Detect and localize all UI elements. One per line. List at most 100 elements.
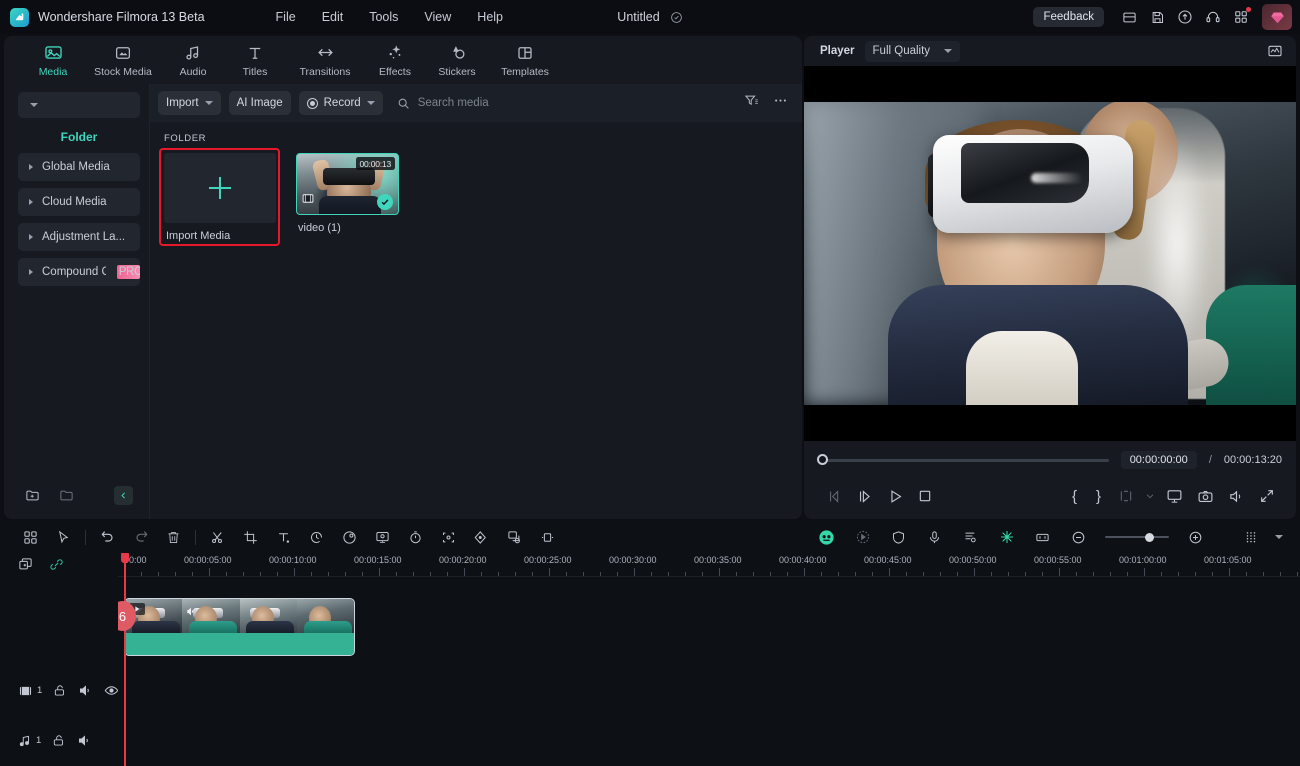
tab-titles[interactable]: Titles: [224, 39, 286, 81]
menu-tools[interactable]: Tools: [356, 6, 411, 28]
audio-ducking-icon[interactable]: [954, 524, 987, 550]
scope-monitor-icon[interactable]: [1262, 38, 1288, 64]
player-stage[interactable]: [804, 66, 1296, 441]
pointer-tool-icon[interactable]: [47, 524, 80, 550]
zoom-slider-track[interactable]: [1105, 532, 1169, 542]
ai-effects-icon[interactable]: [990, 524, 1023, 550]
tab-audio[interactable]: Audio: [162, 39, 224, 81]
track-audio-icon[interactable]: [18, 734, 32, 748]
track-manager-icon[interactable]: [1234, 524, 1267, 550]
timeline-ruler[interactable]: 00:00 00:00:05:00 00:00:10:00 00:00:15:0…: [118, 553, 1300, 577]
speed-icon[interactable]: [300, 524, 333, 550]
mark-out-button[interactable]: }: [1087, 488, 1110, 505]
chevron-down-icon[interactable]: [1142, 483, 1158, 509]
marker-icon[interactable]: [1026, 524, 1059, 550]
mark-in-button[interactable]: {: [1063, 488, 1086, 505]
ai-image-button[interactable]: AI Image: [228, 91, 291, 115]
player-scrubber[interactable]: 00:00:00:00 / 00:00:13:20: [817, 451, 1282, 469]
ai-copilot-icon[interactable]: [810, 524, 843, 550]
tab-templates[interactable]: Templates: [488, 39, 562, 81]
layout-grid-icon[interactable]: [14, 524, 47, 550]
stopwatch-icon[interactable]: [399, 524, 432, 550]
mute-icon[interactable]: [77, 733, 92, 748]
render-preview-icon[interactable]: [1159, 483, 1189, 509]
delete-icon[interactable]: [157, 524, 190, 550]
feedback-button[interactable]: Feedback: [1033, 7, 1104, 27]
more-chevron-icon[interactable]: [1270, 524, 1288, 550]
zoom-in-icon[interactable]: [1179, 524, 1212, 550]
scrub-knob[interactable]: [817, 454, 828, 465]
playhead-handle[interactable]: [120, 553, 129, 563]
search-input[interactable]: [417, 97, 598, 109]
zoom-out-icon[interactable]: [1062, 524, 1095, 550]
voiceover-mic-icon[interactable]: [918, 524, 951, 550]
next-frame-icon[interactable]: [850, 483, 880, 509]
sidebar-item-compound-clip[interactable]: Compound Clip PRO: [18, 258, 140, 286]
redo-icon[interactable]: [124, 524, 157, 550]
split-scissors-icon[interactable]: [201, 524, 234, 550]
project-dropdown[interactable]: [18, 92, 140, 118]
document-name[interactable]: Untitled: [617, 10, 659, 24]
timeline-zoom-slider[interactable]: [1105, 532, 1169, 542]
track-video-icon[interactable]: [18, 684, 33, 698]
menu-help[interactable]: Help: [464, 6, 516, 28]
split-clip-icon[interactable]: [1111, 483, 1141, 509]
auto-reframe-icon[interactable]: [432, 524, 465, 550]
sidebar-item-cloud-media[interactable]: Cloud Media: [18, 188, 140, 216]
prev-frame-icon[interactable]: [820, 483, 850, 509]
stabilization-icon[interactable]: [882, 524, 915, 550]
current-timecode[interactable]: 00:00:00:00: [1120, 451, 1197, 469]
motion-tracking-icon[interactable]: [846, 524, 879, 550]
support-icon[interactable]: [1200, 4, 1226, 30]
premium-gem-icon[interactable]: [1262, 4, 1292, 30]
undo-icon[interactable]: [91, 524, 124, 550]
save-icon[interactable]: [1144, 4, 1170, 30]
stop-icon[interactable]: [910, 483, 940, 509]
scrub-track[interactable]: [817, 454, 1109, 465]
filter-sort-icon[interactable]: [744, 93, 759, 113]
tab-stock-media[interactable]: Stock Media: [84, 39, 162, 81]
snapshot-icon[interactable]: [1190, 483, 1220, 509]
more-options-icon[interactable]: [773, 93, 788, 113]
quality-select[interactable]: Full Quality: [864, 40, 960, 62]
timeline-canvas[interactable]: 00:00 00:00:05:00 00:00:10:00 00:00:15:0…: [118, 553, 1300, 766]
menu-file[interactable]: File: [263, 6, 309, 28]
zoom-slider-knob[interactable]: [1145, 532, 1154, 542]
timeline-clip-video[interactable]: [124, 598, 355, 656]
tab-media[interactable]: Media: [22, 39, 84, 81]
keyframe-icon[interactable]: [465, 524, 498, 550]
video-preview[interactable]: [804, 102, 1296, 405]
video-track-1[interactable]: [118, 598, 1300, 660]
collapse-panel-icon[interactable]: [114, 485, 133, 505]
fullscreen-icon[interactable]: [1252, 483, 1282, 509]
play-icon[interactable]: [880, 483, 910, 509]
compound-clip-icon[interactable]: [498, 524, 531, 550]
add-track-icon[interactable]: [18, 557, 33, 572]
tab-effects[interactable]: Effects: [364, 39, 426, 81]
menu-edit[interactable]: Edit: [309, 6, 357, 28]
color-icon[interactable]: [333, 524, 366, 550]
lock-icon[interactable]: [53, 684, 67, 698]
folder-icon[interactable]: [56, 485, 76, 505]
playhead[interactable]: [120, 553, 129, 766]
record-button[interactable]: Record: [298, 91, 383, 115]
new-folder-icon[interactable]: [22, 485, 42, 505]
tab-stickers[interactable]: Stickers: [426, 39, 488, 81]
tab-transitions[interactable]: Transitions: [286, 39, 364, 81]
mute-icon[interactable]: [78, 683, 93, 698]
export-icon[interactable]: [1116, 4, 1142, 30]
media-thumbnail[interactable]: 00:00:13: [296, 153, 399, 215]
lock-icon[interactable]: [52, 734, 66, 748]
import-media-tile[interactable]: Import Media: [159, 148, 280, 246]
media-item-tile[interactable]: 00:00:13 video (1): [296, 153, 399, 241]
link-clips-icon[interactable]: [49, 557, 64, 572]
volume-icon[interactable]: [1221, 483, 1251, 509]
transform-icon[interactable]: [531, 524, 564, 550]
crop-icon[interactable]: [234, 524, 267, 550]
apps-grid-icon[interactable]: [1228, 4, 1254, 30]
sidebar-item-adjustment-layer[interactable]: Adjustment La...: [18, 223, 140, 251]
sidebar-item-global-media[interactable]: Global Media: [18, 153, 140, 181]
import-media-dropzone[interactable]: [164, 153, 276, 223]
text-icon[interactable]: [267, 524, 300, 550]
menu-view[interactable]: View: [411, 6, 464, 28]
